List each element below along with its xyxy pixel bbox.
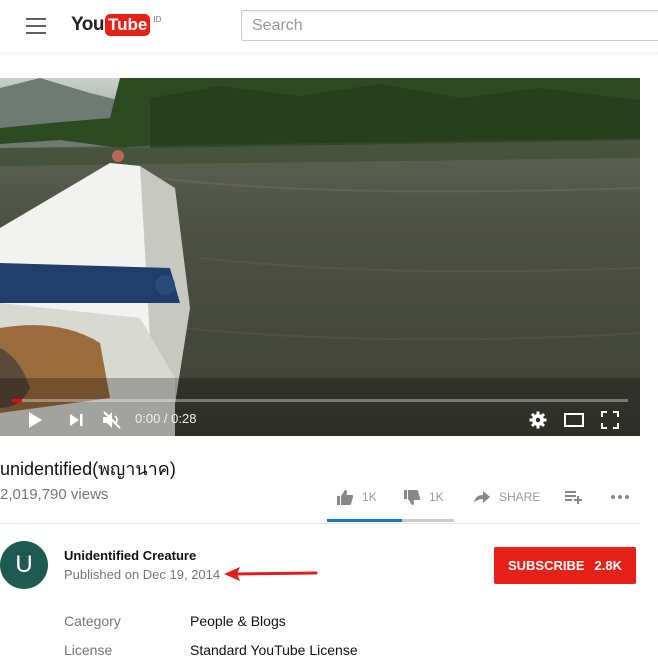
like-button[interactable]: 1K: [336, 486, 377, 508]
category-value[interactable]: People & Blogs: [190, 613, 286, 629]
video-player[interactable]: [0, 78, 640, 436]
subscribe-label: SUBSCRIBE: [507, 558, 585, 573]
license-label: License: [64, 642, 113, 658]
logo-you-text: You: [71, 14, 104, 35]
video-title: unidentified(พญานาค): [0, 459, 176, 479]
masthead-shadow: [0, 52, 658, 56]
play-icon[interactable]: [25, 409, 45, 431]
sentiment-bar-dislikes: [402, 519, 454, 522]
more-dots-icon: [611, 495, 629, 499]
share-arrow-icon: [474, 491, 490, 503]
published-date: Published on Dec 19, 2014: [64, 567, 221, 582]
hamburger-menu-icon[interactable]: [26, 18, 46, 34]
dislike-count: 1K: [429, 490, 444, 504]
license-value: Standard YouTube License: [190, 642, 358, 658]
search-input[interactable]: Search: [241, 10, 658, 41]
category-label: Category: [64, 613, 121, 629]
sentiment-bar-likes: [327, 519, 402, 522]
youtube-logo[interactable]: You Tube ID: [71, 13, 161, 37]
mute-icon[interactable]: [100, 409, 124, 431]
subscriber-count: 2.8K: [594, 558, 623, 573]
masthead: You Tube ID Search: [0, 0, 658, 52]
add-to-playlist-icon: [565, 491, 582, 504]
dislike-button[interactable]: 1K: [403, 486, 444, 508]
channel-name[interactable]: Unidentified Creature: [64, 548, 196, 563]
view-count: 2,019,790 views: [0, 486, 109, 503]
share-label: SHARE: [499, 490, 541, 504]
thumbs-down-icon: [404, 489, 421, 505]
more-actions-button[interactable]: [610, 486, 630, 508]
add-to-playlist-button[interactable]: [564, 486, 582, 508]
channel-avatar[interactable]: U: [0, 541, 48, 589]
progress-bar[interactable]: [12, 399, 628, 402]
subscribe-button[interactable]: SUBSCRIBE 2.8K: [494, 547, 636, 584]
share-button[interactable]: SHARE: [473, 486, 540, 508]
video-frame: [0, 78, 640, 436]
section-divider: [0, 523, 640, 524]
settings-gear-icon[interactable]: [527, 409, 549, 431]
next-icon[interactable]: [66, 409, 86, 431]
logo-tube-text: Tube: [104, 14, 151, 36]
annotation-arrow: [224, 567, 318, 581]
theater-mode-icon[interactable]: [563, 409, 585, 431]
progress-played: [12, 399, 22, 402]
logo-country-code: ID: [153, 15, 162, 24]
like-count: 1K: [362, 490, 377, 504]
time-display: 0:00 / 0:28: [135, 411, 197, 426]
fullscreen-icon[interactable]: [599, 409, 621, 431]
thumbs-up-icon: [337, 489, 354, 505]
